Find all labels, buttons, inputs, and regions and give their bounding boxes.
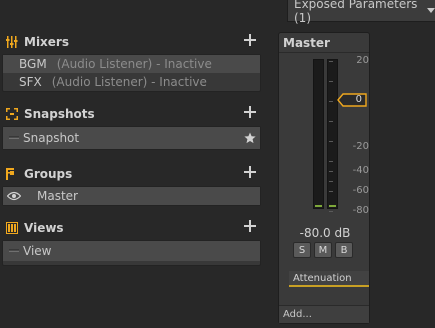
audio-mixer-window: Exposed Parameters (1) Mixers BGM (Audio…: [0, 0, 435, 328]
mixer-item-bgm[interactable]: BGM (Audio Listener) - Inactive: [3, 55, 260, 73]
fader-value: 0: [355, 94, 362, 105]
tick-mark: [329, 101, 333, 102]
groups-header: Groups: [0, 162, 264, 186]
views-header: Views: [0, 216, 264, 240]
tick-mark: [329, 81, 333, 82]
mixers-title: Mixers: [24, 35, 69, 49]
tick-label-minus-80: -80: [352, 205, 369, 216]
exposed-parameters-dropdown[interactable]: Exposed Parameters (1): [287, 0, 435, 25]
group-item-master[interactable]: Master: [3, 187, 260, 205]
tick-mark: [329, 61, 333, 62]
dropdown-caret-icon: [427, 8, 435, 13]
mixers-list: BGM (Audio Listener) - Inactive SFX (Aud…: [2, 54, 261, 92]
volume-db-readout: -80.0 dB: [299, 226, 351, 240]
mixers-icon: [6, 36, 18, 48]
mixer-name: BGM: [19, 57, 47, 71]
tick-mark: [329, 161, 333, 162]
mixer-detail: (Audio Listener) - Inactive: [56, 57, 212, 71]
snapshots-list: Snapshot: [2, 126, 261, 150]
views-title: Views: [24, 221, 64, 235]
volume-fader-handle[interactable]: 0: [337, 93, 367, 107]
add-snapshot-plus-icon[interactable]: [244, 106, 256, 118]
snapshot-item[interactable]: Snapshot: [3, 127, 260, 149]
drag-handle-icon[interactable]: [9, 137, 19, 139]
mixer-name: SFX: [19, 75, 42, 89]
tick-mark: [329, 171, 333, 172]
level-meter-left: [313, 59, 324, 209]
drag-handle-icon[interactable]: [9, 250, 19, 252]
groups-title: Groups: [24, 167, 73, 181]
add-mixer-plus-icon[interactable]: [244, 34, 256, 46]
mute-button[interactable]: M: [314, 242, 332, 258]
tick-label-minus-40: -40: [352, 165, 369, 176]
tick-mark: [329, 211, 333, 212]
mixer-item-sfx[interactable]: SFX (Audio Listener) - Inactive: [3, 73, 260, 91]
tick-label-20: 20: [356, 55, 369, 66]
star-icon[interactable]: [244, 132, 256, 144]
snapshots-title: Snapshots: [24, 107, 95, 121]
group-name: Master: [37, 189, 78, 203]
channel-title: Master: [279, 33, 369, 53]
mixer-sidebar: Mixers BGM (Audio Listener) - Inactive S…: [0, 30, 264, 266]
groups-icon: [6, 168, 14, 180]
level-meter-fill: [315, 205, 322, 207]
tick-mark: [329, 121, 333, 122]
tick-mark: [329, 141, 333, 142]
snapshot-name: Snapshot: [23, 131, 80, 145]
groups-list: Master: [2, 186, 261, 206]
tick-mark: [329, 191, 333, 192]
view-item[interactable]: View: [3, 241, 260, 261]
snapshots-header: Snapshots: [0, 102, 264, 126]
add-effect-button[interactable]: Add...: [279, 305, 369, 323]
mixers-header: Mixers: [0, 30, 264, 54]
exposed-parameters-label: Exposed Parameters (1): [294, 0, 418, 25]
db-scale: 20 -20 -40 -60 -80: [329, 55, 369, 217]
toolbar: Exposed Parameters (1): [0, 0, 435, 25]
solo-button[interactable]: S: [293, 242, 311, 258]
solo-mute-bypass-group: S M B: [293, 242, 353, 258]
mixer-detail: (Audio Listener) - Inactive: [51, 75, 207, 89]
master-channel-strip: Master 20 -20 -40 -60 -80 0 -80.0 dB S M…: [278, 32, 370, 324]
tick-label-minus-60: -60: [352, 185, 369, 196]
tick-mark: [329, 181, 333, 182]
views-icon: [6, 222, 18, 234]
level-meter-area: 20 -20 -40 -60 -80 0: [287, 55, 369, 217]
tick-label-minus-20: -20: [352, 141, 369, 152]
view-name: View: [23, 244, 52, 258]
views-list: View: [2, 240, 261, 266]
attenuation-effect-slot[interactable]: Attenuation: [289, 271, 369, 287]
eye-icon[interactable]: [7, 191, 21, 201]
snapshots-icon: [6, 108, 18, 120]
add-group-plus-icon[interactable]: [244, 166, 256, 178]
bypass-button[interactable]: B: [335, 242, 353, 258]
add-view-plus-icon[interactable]: [244, 220, 256, 232]
